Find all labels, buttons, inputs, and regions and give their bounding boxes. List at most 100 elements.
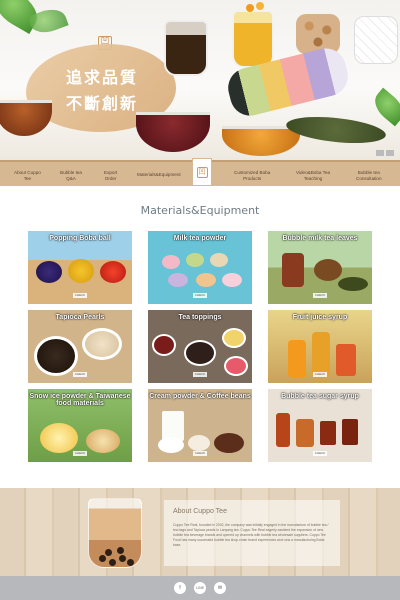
white-pearls-bowl xyxy=(82,328,122,360)
syrup-cup xyxy=(342,419,358,445)
nav-item-materials[interactable]: Materials&Equipment xyxy=(137,172,181,178)
check-button[interactable]: CHECK xyxy=(73,372,87,377)
about-description: Cuppo Tee Real, founded in 2002, the com… xyxy=(173,523,329,547)
logo-icon: 凹 xyxy=(196,166,208,178)
product-card-sugar-syrup[interactable]: Bubble tea sugar syrup CHECK xyxy=(268,389,372,462)
brown-drink-image xyxy=(164,20,208,76)
dry-tea-leaves-image xyxy=(285,112,387,148)
nav-label: About Cuppo xyxy=(14,170,41,175)
about-panel: About Cuppo Tee Cuppo Tee Real, founded … xyxy=(164,500,340,566)
product-card-tapioca-pearls[interactable]: Tapioca Pearls CHECK xyxy=(28,310,132,383)
fruit-drink-cup xyxy=(336,344,356,376)
pink-powder-dish xyxy=(162,255,180,269)
orange-powder-dish xyxy=(196,273,216,287)
carousel-indicators[interactable] xyxy=(376,150,394,156)
red-boba-cup xyxy=(100,261,126,283)
tea-jar xyxy=(282,253,304,287)
product-card-label: Milk tea powder xyxy=(173,235,227,242)
nav-label: Products xyxy=(243,175,262,181)
black-pearls-bowl xyxy=(34,336,78,376)
nav-label: Order xyxy=(104,175,117,181)
orange-popping-boba xyxy=(256,2,264,10)
nav-label: Bubble tea xyxy=(357,170,380,175)
syrup-jar xyxy=(296,419,314,447)
check-button[interactable]: CHECK xyxy=(193,372,207,377)
product-card-fruit-syrup[interactable]: Fruit juice syrup CHECK xyxy=(268,310,372,383)
check-button[interactable]: CHECK xyxy=(313,293,327,298)
email-icon[interactable]: ✉ xyxy=(214,582,226,594)
syrup-cup xyxy=(320,421,336,445)
yellow-topping-bowl xyxy=(222,328,246,348)
product-card-label: Tea toppings xyxy=(178,314,222,321)
check-button[interactable]: CHECK xyxy=(73,451,87,456)
about-title: About Cuppo Tee xyxy=(173,508,227,515)
pink-powder-dish xyxy=(222,273,242,287)
product-card-popping-boba[interactable]: Popping Boba ball CHECK xyxy=(28,231,132,304)
mango-shaved-ice xyxy=(40,423,78,453)
carousel-dot[interactable] xyxy=(376,150,384,156)
product-card-cream-coffee[interactable]: Cream powder & Coffee beans CHECK xyxy=(148,389,252,462)
nav-label: Teaching xyxy=(303,175,323,181)
section-title: Materials&Equipment xyxy=(140,204,260,217)
syrup-bottle xyxy=(276,413,290,447)
tapioca-pearl xyxy=(109,559,116,566)
teapot xyxy=(314,259,342,281)
nav-item-video[interactable]: Video&Boba Tea Teaching xyxy=(296,170,330,181)
tapioca-pearl xyxy=(119,555,126,562)
white-cubes-jar-image xyxy=(354,16,398,64)
nav-label: Customized Boba xyxy=(234,170,271,175)
product-card-label: Cream powder & Coffee beans xyxy=(149,393,251,400)
tapioca-pearl xyxy=(99,555,106,562)
tapioca-pearl xyxy=(127,559,134,566)
nav-label: Tee xyxy=(23,175,32,181)
mango-syrup-bottle xyxy=(288,340,306,378)
nav-item-about[interactable]: About Cuppo Tee xyxy=(14,170,41,181)
nav-label: Q&A xyxy=(66,175,76,181)
red-tea-bowl-image xyxy=(136,112,210,152)
pudding-bowl xyxy=(184,340,216,366)
brown-boba-jar-image xyxy=(296,14,340,54)
beige-powder-dish xyxy=(210,253,228,267)
social-footer-bar: f LINE ✉ xyxy=(0,576,400,600)
tapioca-pearl xyxy=(105,549,112,556)
check-button[interactable]: CHECK xyxy=(193,451,207,456)
blue-boba-cup xyxy=(36,261,62,283)
check-button[interactable]: CHECK xyxy=(313,372,327,377)
nav-label: Consultation xyxy=(356,175,382,181)
nav-item-export[interactable]: Export Order xyxy=(104,170,117,181)
product-card-label: Snow ice powder & Taiwanese food materia… xyxy=(29,393,131,407)
product-card-milk-tea-powder[interactable]: Milk tea powder CHECK xyxy=(148,231,252,304)
yellow-drink-image xyxy=(232,10,274,68)
check-button[interactable]: CHECK xyxy=(313,451,327,456)
product-card-label: Fruit juice syrup xyxy=(292,314,348,321)
product-card-tea-leaves[interactable]: Bubble milk tea leaves CHECK xyxy=(268,231,372,304)
nav-item-qa[interactable]: Bubble tea Q&A xyxy=(60,170,82,181)
leaf-decoration xyxy=(368,87,400,127)
product-card-tea-toppings[interactable]: Tea toppings CHECK xyxy=(148,310,252,383)
hero-slogan-line1: 追求品質 xyxy=(66,68,139,87)
nav-item-customized[interactable]: Customized Boba Products xyxy=(234,170,270,181)
product-card-label: Tapioca Pearls xyxy=(55,314,105,321)
pink-topping-bowl xyxy=(224,356,248,376)
amber-tea-bowl-image xyxy=(222,126,300,156)
coffee-beans-bowl xyxy=(214,433,244,453)
purple-powder-dish xyxy=(168,273,188,287)
dessert-plate xyxy=(86,429,120,453)
bubble-tea-cup-image xyxy=(88,498,142,568)
carousel-dot[interactable] xyxy=(386,150,394,156)
hero-banner[interactable]: 凹 追求品質 不斷創新 xyxy=(0,0,400,160)
nav-label: Materials&Equipment xyxy=(137,172,181,177)
check-button[interactable]: CHECK xyxy=(193,293,207,298)
tea-leaf-pile xyxy=(338,277,368,291)
nav-label: Video&Boba Tea xyxy=(296,170,331,175)
nav-item-consultation[interactable]: Bubble tea Consultation xyxy=(356,170,382,181)
tea-bowl-image xyxy=(0,100,52,136)
line-icon[interactable]: LINE xyxy=(194,582,206,594)
tapioca-pearl xyxy=(117,547,124,554)
nav-label: Bubble tea xyxy=(60,170,82,175)
nav-home-logo[interactable]: 凹 xyxy=(192,158,212,186)
check-button[interactable]: CHECK xyxy=(73,293,87,298)
facebook-icon[interactable]: f xyxy=(174,582,186,594)
product-card-label: Bubble tea sugar syrup xyxy=(281,393,359,400)
product-card-snow-ice[interactable]: Snow ice powder & Taiwanese food materia… xyxy=(28,389,132,462)
